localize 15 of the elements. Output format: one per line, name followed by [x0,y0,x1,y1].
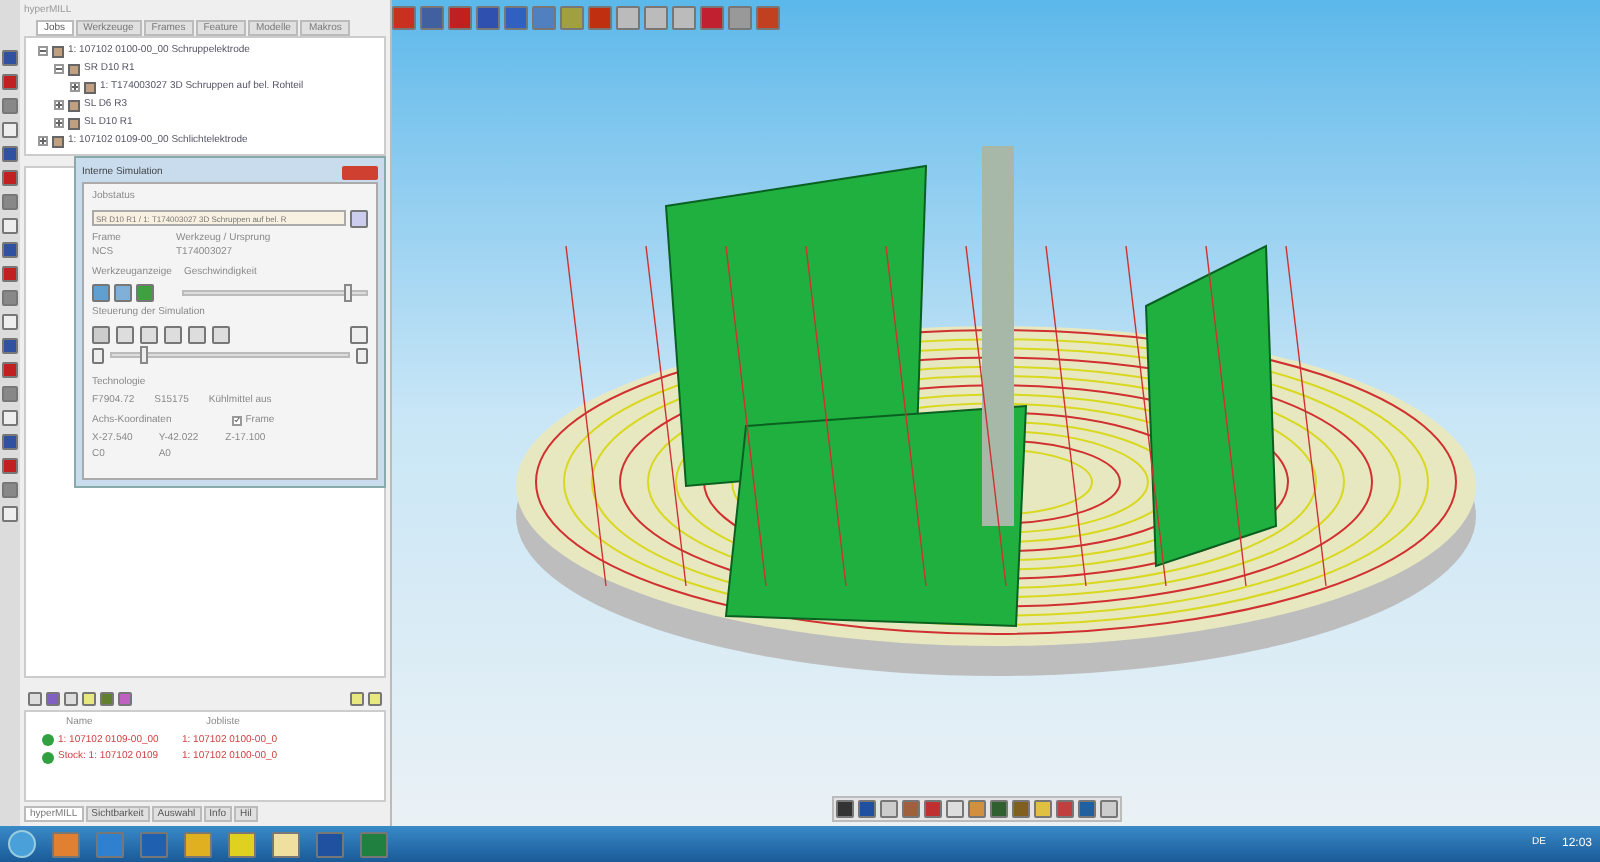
taskbar-icon[interactable] [228,831,256,857]
taskbar-icon[interactable] [184,831,212,857]
plus-icon[interactable] [54,100,64,110]
start-button[interactable] [8,830,36,858]
minus-icon[interactable] [54,64,64,74]
slider-thumb[interactable] [140,346,149,364]
taskbar-icon[interactable] [316,831,344,857]
plus-icon[interactable] [70,82,80,92]
plus-icon[interactable] [54,118,64,128]
slider-thumb[interactable] [344,284,353,302]
check-icon [233,416,240,425]
plus-icon[interactable] [38,136,48,146]
frame-checkbox[interactable] [231,415,242,426]
minus-icon[interactable] [38,46,48,56]
taskbar-icon[interactable] [272,831,300,857]
